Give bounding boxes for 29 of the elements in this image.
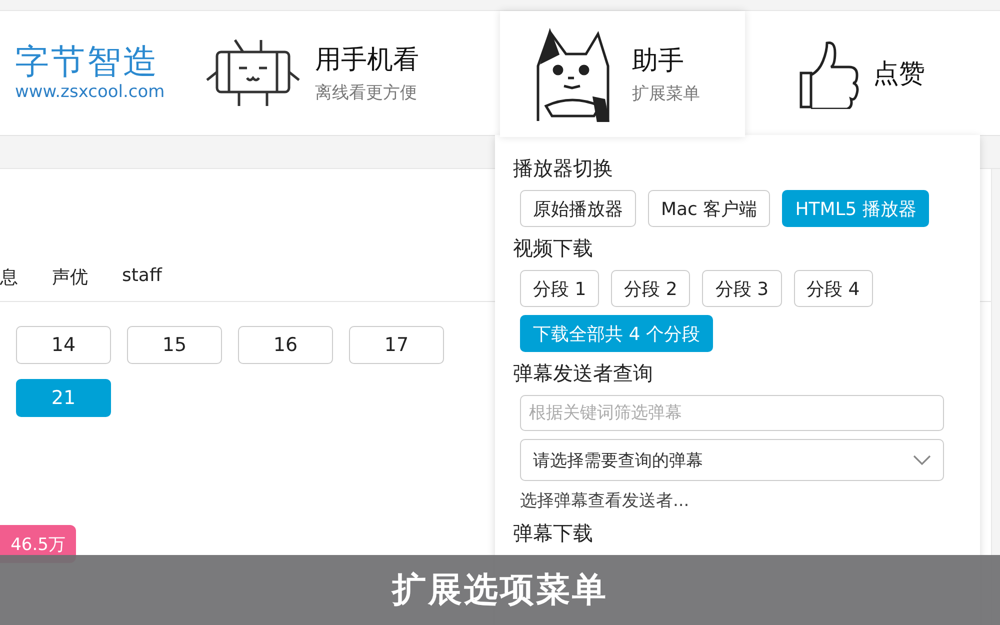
episode-button[interactable]: 14 xyxy=(16,326,111,364)
video-caption: 扩展选项菜单 xyxy=(0,555,1000,625)
section-title: 弹幕下载 xyxy=(513,520,594,547)
info-tab[interactable]: 息 xyxy=(0,265,18,289)
option-button[interactable]: 分段 3 xyxy=(702,270,782,307)
option-button[interactable]: 分段 2 xyxy=(611,270,690,307)
menu-item-subtitle: 扩展菜单 xyxy=(632,83,700,105)
episode-button[interactable]: 17 xyxy=(349,326,444,364)
site-logo[interactable]: 字节智造 www.zsxcool.com xyxy=(0,11,205,135)
menu-item-title: 用手机看 xyxy=(315,44,419,77)
header-menu-item[interactable]: 助手 扩展菜单 xyxy=(500,11,745,137)
option-button[interactable]: Mac 客户端 xyxy=(648,190,770,227)
section-title: 视频下载 xyxy=(513,235,594,262)
episode-button[interactable]: 16 xyxy=(238,326,333,364)
section-title: 播放器切换 xyxy=(513,155,614,182)
sender-hint-text: 选择弹幕查看发送者... xyxy=(519,490,690,512)
option-button[interactable]: 分段 1 xyxy=(520,270,600,307)
info-tab[interactable]: 声优 xyxy=(52,265,88,289)
section-title: 弹幕发送者查询 xyxy=(513,360,654,387)
danmaku-select[interactable]: 请选择需要查询的弹幕 xyxy=(520,439,944,481)
menu-item-title: 点赞 xyxy=(873,58,925,90)
chevron-down-icon xyxy=(913,455,931,465)
menu-item-subtitle: 离线看更方便 xyxy=(315,82,418,104)
menu-item-title: 助手 xyxy=(632,45,685,78)
option-button[interactable]: 分段 4 xyxy=(794,270,873,307)
episode-button[interactable]: 15 xyxy=(127,326,222,364)
keyword-filter-field[interactable]: 根据关键词筛选弹幕 xyxy=(520,395,944,431)
option-button[interactable]: 原始播放器 xyxy=(520,190,636,227)
info-tab[interactable]: staff xyxy=(122,265,162,289)
